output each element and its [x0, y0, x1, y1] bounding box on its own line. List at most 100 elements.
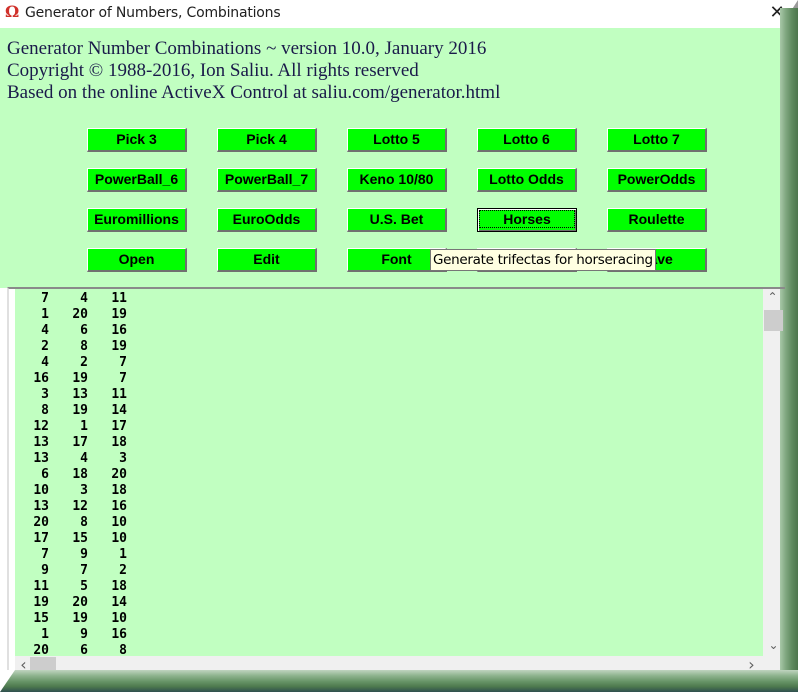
number-cell: 9 [80, 627, 88, 642]
number-cell: 16 [33, 371, 49, 386]
version-line: Generator Number Combinations ~ version … [7, 38, 487, 59]
number-cell: 2 [80, 355, 88, 370]
number-row: 20 8 10 [15, 515, 763, 531]
number-cell: 19 [33, 595, 49, 610]
number-cell: 13 [33, 499, 49, 514]
header-info: Generator Number Combinations ~ version … [7, 38, 500, 104]
powerball6-button[interactable]: PowerBall_6 [87, 168, 187, 192]
number-cell: 2 [41, 339, 49, 354]
number-cell: 18 [111, 435, 127, 450]
number-cell: 4 [80, 291, 88, 306]
number-row: 4 2 7 [15, 355, 763, 371]
number-cell: 17 [72, 435, 88, 450]
horses-tooltip: Generate trifectas for horseracing [430, 249, 656, 271]
number-cell: 4 [80, 451, 88, 466]
number-cell: 8 [41, 403, 49, 418]
frame-shadow-bottom [0, 670, 798, 692]
number-list: 7 4 11 1 20 19 4 6 16 2 8 19 4 2 7 16 19 7 3 13 11 8 19 14 12 1 17… [15, 291, 763, 656]
open-button[interactable]: Open [87, 248, 187, 272]
vertical-scrollbar[interactable]: ⌃ ⌄ [763, 289, 783, 656]
number-row: 13 4 3 [15, 451, 763, 467]
number-cell: 11 [33, 579, 49, 594]
number-cell: 15 [72, 531, 88, 546]
number-cell: 8 [80, 339, 88, 354]
keno-button[interactable]: Keno 10/80 [347, 168, 447, 192]
number-row: 13 17 18 [15, 435, 763, 451]
number-row: 20 6 8 [15, 643, 763, 656]
app-icon[interactable]: Ω [5, 3, 19, 21]
number-cell: 18 [111, 483, 127, 498]
lotto6-button[interactable]: Lotto 6 [477, 128, 577, 152]
number-cell: 16 [111, 499, 127, 514]
copyright-line: Copyright © 1988-2016, Ion Saliu. All ri… [7, 60, 419, 81]
lotto5-button[interactable]: Lotto 5 [347, 128, 447, 152]
number-cell: 4 [41, 355, 49, 370]
number-row: 1 9 16 [15, 627, 763, 643]
horses-button[interactable]: Horses [477, 208, 577, 232]
based-on-line: Based on the online ActiveX Control at s… [7, 82, 501, 103]
number-row: 8 19 14 [15, 403, 763, 419]
lotto7-button[interactable]: Lotto 7 [607, 128, 707, 152]
frame-shadow-bottom-cap [0, 670, 15, 692]
number-row: 9 7 2 [15, 563, 763, 579]
power-odds-button[interactable]: PowerOdds [607, 168, 707, 192]
number-cell: 7 [41, 547, 49, 562]
number-row: 1 20 19 [15, 307, 763, 323]
number-cell: 12 [72, 499, 88, 514]
number-cell: 13 [33, 435, 49, 450]
number-cell: 3 [41, 387, 49, 402]
powerball7-button[interactable]: PowerBall_7 [217, 168, 317, 192]
horses-button-label: Horses [479, 210, 575, 228]
number-cell: 20 [33, 515, 49, 530]
roulette-button[interactable]: Roulette [607, 208, 707, 232]
number-cell: 13 [33, 451, 49, 466]
number-row: 13 12 16 [15, 499, 763, 515]
number-cell: 20 [111, 467, 127, 482]
number-cell: 10 [111, 611, 127, 626]
number-cell: 19 [72, 371, 88, 386]
number-cell: 18 [72, 467, 88, 482]
edit-button[interactable]: Edit [217, 248, 317, 272]
number-cell: 10 [111, 531, 127, 546]
number-cell: 10 [33, 483, 49, 498]
number-cell: 3 [119, 451, 127, 466]
number-cell: 9 [80, 547, 88, 562]
number-row: 6 18 20 [15, 467, 763, 483]
number-cell: 1 [41, 627, 49, 642]
scroll-down-icon[interactable]: ⌄ [765, 637, 782, 654]
number-row: 7 9 1 [15, 547, 763, 563]
number-cell: 14 [111, 403, 127, 418]
number-row: 16 19 7 [15, 371, 763, 387]
number-cell: 19 [111, 339, 127, 354]
number-cell: 8 [119, 643, 127, 656]
vertical-scroll-thumb[interactable] [764, 310, 783, 331]
pick3-button[interactable]: Pick 3 [87, 128, 187, 152]
number-cell: 12 [33, 419, 49, 434]
number-row: 2 8 19 [15, 339, 763, 355]
us-bet-button[interactable]: U.S. Bet [347, 208, 447, 232]
number-cell: 7 [41, 291, 49, 306]
number-cell: 13 [72, 387, 88, 402]
pick4-button[interactable]: Pick 4 [217, 128, 317, 152]
scroll-up-icon[interactable]: ⌃ [764, 289, 781, 306]
number-cell: 18 [111, 579, 127, 594]
number-cell: 16 [111, 627, 127, 642]
number-cell: 14 [111, 595, 127, 610]
lotto-odds-button[interactable]: Lotto Odds [477, 168, 577, 192]
output-textarea[interactable]: 7 4 11 1 20 19 4 6 16 2 8 19 4 2 7 16 19 7 3 13 11 8 19 14 12 1 17… [15, 289, 763, 656]
number-cell: 3 [80, 483, 88, 498]
euro-odds-button[interactable]: EuroOdds [217, 208, 317, 232]
number-row: 15 19 10 [15, 611, 763, 627]
number-cell: 17 [33, 531, 49, 546]
number-cell: 1 [119, 547, 127, 562]
number-row: 11 5 18 [15, 579, 763, 595]
number-cell: 15 [33, 611, 49, 626]
euromillions-button[interactable]: Euromillions [87, 208, 187, 232]
number-cell: 7 [119, 371, 127, 386]
number-cell: 6 [41, 467, 49, 482]
number-cell: 19 [111, 307, 127, 322]
number-cell: 16 [111, 323, 127, 338]
number-row: 10 3 18 [15, 483, 763, 499]
number-cell: 1 [80, 419, 88, 434]
number-cell: 9 [41, 563, 49, 578]
